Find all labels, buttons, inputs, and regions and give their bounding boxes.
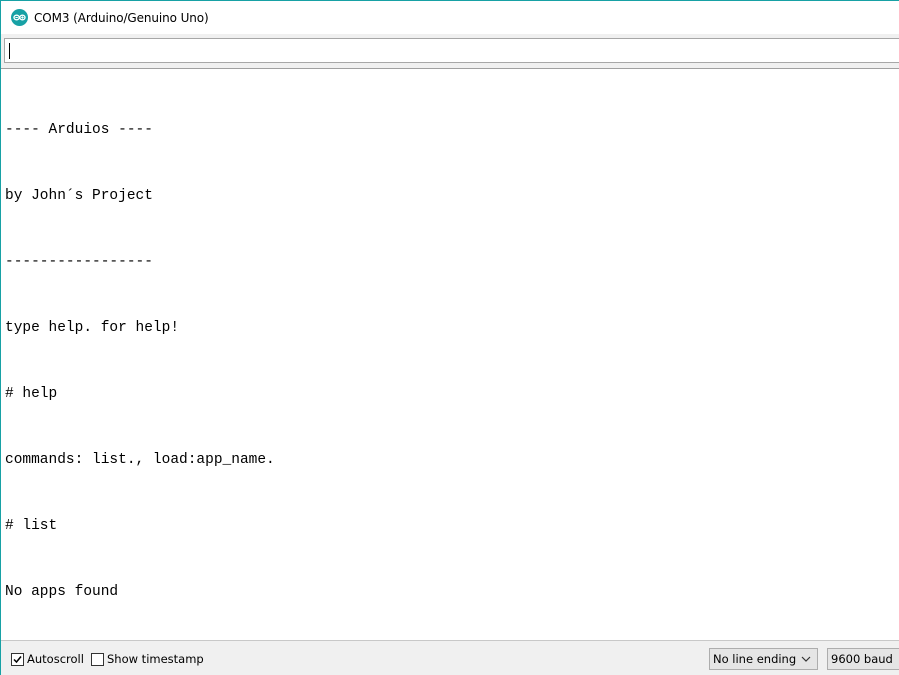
- output-line: by John´s Project: [5, 188, 153, 204]
- chevron-down-icon: [801, 656, 811, 662]
- output-line: No apps found: [5, 584, 119, 600]
- status-bar: Autoscroll Show timestamp No line ending…: [1, 640, 899, 675]
- send-bar: [1, 34, 899, 68]
- output-line: type help. for help!: [5, 320, 180, 336]
- checkmark-icon: [13, 655, 22, 663]
- text-caret: [9, 43, 10, 59]
- arduino-icon: [11, 9, 28, 26]
- output-line: # list: [5, 518, 58, 534]
- baud-rate-select[interactable]: 9600 baud: [827, 648, 899, 670]
- serial-monitor-window: COM3 (Arduino/Genuino Uno) ---- Arduios …: [0, 0, 899, 675]
- serial-output[interactable]: ---- Arduios ---- by John´s Project ----…: [1, 68, 899, 640]
- output-line: commands: list., load:app_name.: [5, 452, 275, 468]
- line-ending-select[interactable]: No line ending: [709, 648, 818, 670]
- line-ending-value: No line ending: [713, 652, 797, 666]
- timestamp-checkbox[interactable]: [91, 652, 104, 666]
- output-line: # help: [5, 386, 58, 402]
- autoscroll-option[interactable]: Autoscroll: [11, 651, 84, 667]
- timestamp-option[interactable]: Show timestamp: [91, 651, 204, 667]
- baud-rate-value: 9600 baud: [831, 652, 893, 666]
- output-line: ---- Arduios ----: [5, 122, 153, 138]
- output-line: -----------------: [5, 254, 153, 270]
- timestamp-label: Show timestamp: [107, 652, 204, 666]
- autoscroll-checkbox[interactable]: [11, 652, 24, 666]
- title-bar[interactable]: COM3 (Arduino/Genuino Uno): [1, 1, 899, 34]
- autoscroll-label: Autoscroll: [27, 652, 84, 666]
- output-lines: ---- Arduios ---- by John´s Project ----…: [5, 75, 275, 647]
- window-title: COM3 (Arduino/Genuino Uno): [34, 10, 209, 25]
- send-input[interactable]: [4, 38, 899, 63]
